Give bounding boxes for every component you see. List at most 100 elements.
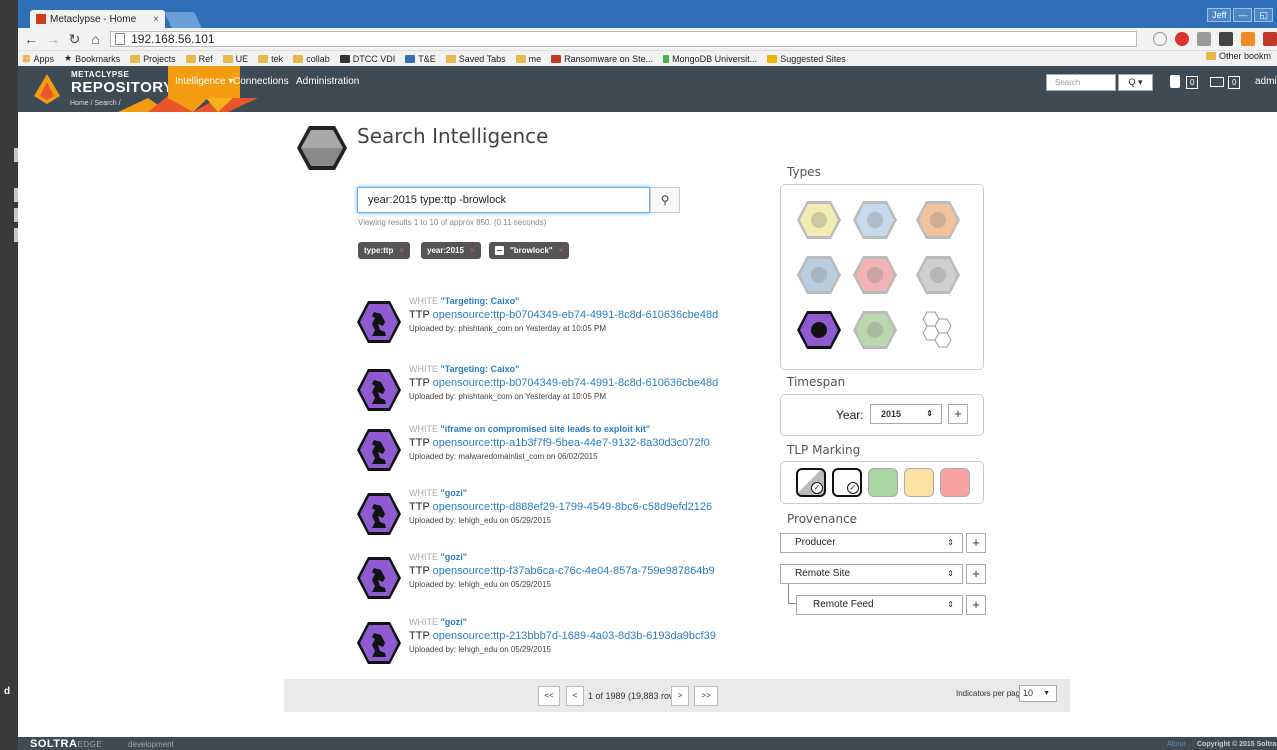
off-icon[interactable] [1219, 32, 1233, 46]
result-title-link[interactable]: "gozi" [441, 617, 468, 627]
result-id-link[interactable]: opensource:ttp-b0704349-eb74-4991-8c8d-6… [433, 377, 719, 389]
result-item[interactable]: WHITE "gozi" TTP opensource:ttp-213bbb7d… [356, 617, 716, 675]
bookmark-item[interactable]: UE [222, 54, 248, 64]
user-badge[interactable]: Jeff [1207, 8, 1232, 22]
close-icon[interactable]: × [559, 242, 564, 259]
about-link[interactable]: About [1167, 741, 1185, 748]
tlp-marking: WHITE [409, 617, 438, 627]
bookmark-item[interactable]: DTCC VDI [339, 54, 395, 64]
fingerprint-icon[interactable] [796, 200, 842, 240]
tlp-white-check[interactable]: ✓ [832, 468, 862, 497]
bookmark-item[interactable]: Projects [130, 54, 176, 64]
bookmark-item[interactable]: ★ Bookmarks [64, 53, 120, 64]
clipboard-icon[interactable] [1170, 75, 1180, 88]
nav-connections[interactable]: Connections [233, 66, 289, 98]
bookmark-item[interactable]: tek [258, 54, 283, 64]
prev-page-button[interactable]: < [566, 686, 584, 706]
add-producer-button[interactable]: + [966, 533, 986, 553]
bookmark-item[interactable]: Saved Tabs [445, 54, 506, 64]
forward-icon[interactable]: → [46, 31, 60, 47]
bookmark-item[interactable]: collab [293, 54, 330, 64]
filter-chip-year[interactable]: year:2015 × [421, 242, 481, 259]
tlp-red[interactable] [940, 468, 970, 497]
result-id-link[interactable]: opensource:ttp-213bbb7d-1689-4a03-8d3b-6… [433, 630, 716, 642]
star-icon[interactable] [1153, 32, 1167, 46]
result-item[interactable]: WHITE "gozi" TTP opensource:ttp-f37ab6ca… [356, 552, 715, 610]
restore-icon[interactable]: ◱ [1254, 8, 1273, 22]
chess-knight-icon[interactable] [796, 310, 842, 350]
other-bookmarks[interactable]: Other bookm [1205, 51, 1271, 61]
cors-icon[interactable] [1263, 32, 1277, 46]
opera-icon[interactable] [1175, 32, 1189, 46]
result-id-link[interactable]: opensource:ttp-a1b3f7f9-5bea-44e7-9132-8… [433, 437, 710, 449]
result-id-link[interactable]: opensource:ttp-b0704349-eb74-4991-8c8d-6… [433, 309, 719, 321]
result-item[interactable]: WHITE "gozi" TTP opensource:ttp-d888ef29… [356, 488, 712, 546]
tlp-green[interactable] [868, 468, 898, 497]
tlp-amber[interactable] [904, 468, 934, 497]
eye-icon[interactable] [852, 200, 898, 240]
result-title-link[interactable]: "gozi" [441, 488, 468, 498]
search-icon[interactable]: ⚲ [650, 187, 680, 213]
add-remote-site-button[interactable]: + [966, 564, 986, 584]
next-page-button[interactable]: > [671, 686, 689, 706]
add-year-button[interactable]: + [948, 404, 968, 424]
bookmark-item[interactable]: me [515, 54, 541, 64]
result-type: TTP [409, 565, 430, 577]
mail-icon[interactable] [1210, 77, 1224, 87]
metaclypse-logo [34, 74, 60, 104]
top-search-input[interactable]: Search [1046, 74, 1116, 91]
browser-tab[interactable]: Metaclypse - Home × [30, 10, 165, 28]
result-title-link[interactable]: "gozi" [441, 552, 468, 562]
year-select[interactable]: 2015 ⇕ [870, 404, 942, 424]
brand-main[interactable]: REPOSITORY [71, 79, 174, 96]
bomb-icon[interactable] [915, 200, 961, 240]
result-title-link[interactable]: "Targeting: Caixo" [441, 364, 520, 374]
last-page-button[interactable]: >> [694, 686, 718, 706]
result-id-link[interactable]: opensource:ttp-d888ef29-1799-4549-8bc6-c… [433, 501, 713, 513]
back-icon[interactable]: ← [24, 31, 38, 47]
minimize-icon[interactable]: — [1233, 8, 1253, 22]
url-text: 192.168.56.101 [131, 32, 215, 46]
bookmark-item[interactable]: ▦ Apps [22, 53, 54, 64]
jb-icon[interactable] [1241, 32, 1255, 46]
result-item[interactable]: WHITE "Targeting: Caixo" TTP opensource:… [356, 364, 718, 422]
tab-close-icon[interactable]: × [153, 14, 159, 25]
top-search-button[interactable]: Q ▾ [1118, 74, 1153, 91]
close-icon[interactable]: × [399, 242, 404, 259]
group-icon[interactable] [796, 255, 842, 295]
home-icon[interactable]: ⌂ [89, 31, 102, 47]
close-icon[interactable]: × [470, 242, 475, 259]
search-query-input[interactable]: year:2015 type:ttp -browlock [357, 187, 650, 213]
producer-select[interactable]: Producer ⇕ [780, 533, 963, 553]
admin-menu[interactable]: admin [1255, 76, 1277, 87]
extension-icon[interactable] [1197, 32, 1211, 46]
per-page-select[interactable]: 10 ▼ [1019, 685, 1057, 702]
bookmark-item[interactable]: MongoDB Universit... [663, 54, 757, 64]
first-page-button[interactable]: << [538, 686, 560, 706]
bookmark-item[interactable]: Suggested Sites [767, 54, 846, 64]
support-icon[interactable] [915, 255, 961, 295]
add-remote-feed-button[interactable]: + [966, 595, 986, 615]
filter-chip-exclude[interactable]: "browlock" × [489, 242, 570, 259]
remote-site-select[interactable]: Remote Site ⇕ [780, 564, 963, 584]
result-item[interactable]: WHITE "Targeting: Caixo" TTP opensource:… [356, 296, 718, 354]
result-id-link[interactable]: opensource:ttp-f37ab6ca-c76c-4e04-857a-7… [433, 565, 715, 577]
reload-icon[interactable]: ↻ [68, 31, 81, 48]
breadcrumb[interactable]: Home / Search / [70, 100, 121, 107]
result-title-link[interactable]: "iframe on compromised site leads to exp… [441, 424, 651, 434]
burglar-icon[interactable] [852, 255, 898, 295]
nav-administration[interactable]: Administration [296, 66, 359, 98]
bookmark-item[interactable]: Ransomware on Ste... [551, 54, 653, 64]
result-title-link[interactable]: "Targeting: Caixo" [441, 296, 520, 306]
bookmark-item[interactable]: T&E [405, 54, 436, 64]
result-item[interactable]: WHITE "iframe on compromised site leads … [356, 424, 710, 482]
hex-cluster-icon[interactable] [915, 310, 961, 350]
address-bar[interactable]: 192.168.56.101 [110, 31, 1137, 47]
tlp-marking: WHITE [409, 364, 438, 374]
remote-feed-select[interactable]: Remote Feed ⇕ [796, 595, 963, 615]
tlp-white-striped-check[interactable]: ✓ [796, 468, 826, 497]
nav-intelligence[interactable]: Intelligence ▾ [168, 66, 241, 98]
llama-icon[interactable] [852, 310, 898, 350]
filter-chip-type[interactable]: type:ttp × [358, 242, 410, 259]
bookmark-item[interactable]: Ref [185, 54, 213, 64]
